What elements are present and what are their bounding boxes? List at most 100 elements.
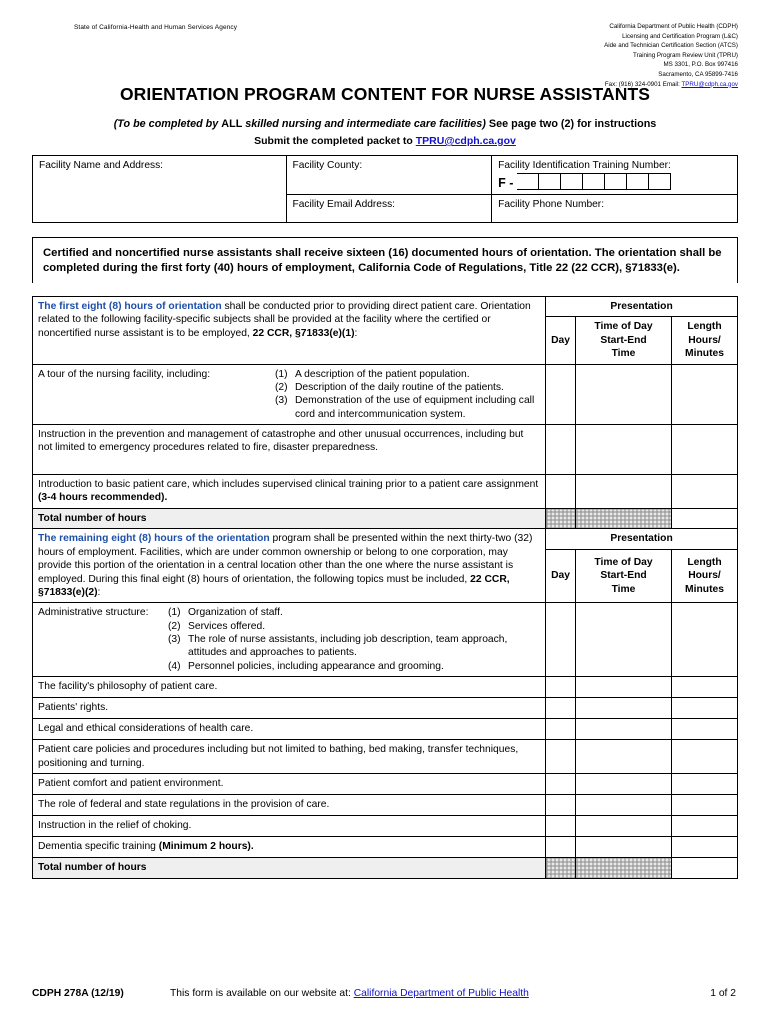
s2-topic-3-time[interactable] bbox=[575, 739, 672, 775]
s2-topic-0-time[interactable] bbox=[575, 676, 672, 699]
s2-topic-3: Patient care policies and procedures inc… bbox=[31, 739, 547, 775]
facility-county-cell[interactable]: Facility County: bbox=[285, 155, 493, 195]
s2-topic-4-time[interactable] bbox=[575, 773, 672, 796]
facility-name-address-label: Facility Name and Address: bbox=[39, 160, 164, 171]
facility-name-address-cell[interactable]: Facility Name and Address: bbox=[32, 155, 287, 223]
submit-text: Submit the completed packet to bbox=[254, 135, 416, 147]
facility-id-box[interactable] bbox=[539, 173, 562, 190]
agency-line: State of California-Health and Human Ser… bbox=[74, 24, 238, 31]
section1-intro-citation: 22 CCR, §71833(e)(1) bbox=[252, 327, 355, 339]
table-row: Patients' rights. bbox=[31, 697, 738, 720]
day-header-1: Day bbox=[545, 316, 576, 365]
facility-id-box[interactable] bbox=[561, 173, 584, 190]
table-row: The role of federal and state regulation… bbox=[31, 794, 738, 817]
time-of-day-line3: Time bbox=[611, 583, 636, 595]
form-page: State of California-Health and Human Ser… bbox=[0, 0, 770, 1024]
s2-dementia: Dementia specific training (Minimum 2 ho… bbox=[31, 836, 547, 859]
s2-topic-2-time[interactable] bbox=[575, 718, 672, 741]
length-line2: Hours/ bbox=[688, 570, 721, 582]
subtitle-post: See page two (2) for instructions bbox=[485, 118, 657, 130]
s2-topic-6-length[interactable] bbox=[671, 815, 738, 838]
section2-total-length-input[interactable] bbox=[671, 857, 738, 879]
s1-row1-items: (1) A description of the patient populati… bbox=[275, 368, 540, 422]
list-item: (1) A description of the patient populati… bbox=[275, 368, 540, 381]
s2-topic-4-length[interactable] bbox=[671, 773, 738, 796]
orientation-content-table: The first eight (8) hours of orientation… bbox=[31, 295, 738, 879]
facility-row-1: Facility Name and Address: Facility Coun… bbox=[32, 155, 738, 223]
facility-id-box[interactable] bbox=[583, 173, 606, 190]
s1-row3-time[interactable] bbox=[575, 474, 672, 509]
table-row: Legal and ethical considerations of heal… bbox=[31, 718, 738, 741]
s2-topic-5-time[interactable] bbox=[575, 794, 672, 817]
dept-line-3: Training Program Review Unit (TPRU) bbox=[633, 51, 738, 59]
s1-row3-content: Introduction to basic patient care, whic… bbox=[31, 474, 547, 509]
item-text: Organization of staff. bbox=[188, 607, 283, 619]
s1-row3-length[interactable] bbox=[671, 474, 738, 509]
section2-intro: The remaining eight (8) hours of the ori… bbox=[31, 528, 547, 604]
facility-id-cell[interactable]: Facility Identification Training Number:… bbox=[491, 155, 738, 195]
facility-phone-cell[interactable]: Facility Phone Number: bbox=[491, 194, 738, 223]
s1-row3-lead: Introduction to basic patient care, whic… bbox=[38, 479, 539, 490]
s2-topic-5: The role of federal and state regulation… bbox=[31, 794, 547, 817]
s2-topic-4-day[interactable] bbox=[545, 773, 576, 796]
s1-row2-day[interactable] bbox=[545, 424, 576, 475]
s1-row1-time[interactable] bbox=[575, 363, 672, 425]
s2-topic-3-day[interactable] bbox=[545, 739, 576, 775]
facility-county-label: Facility County: bbox=[292, 160, 363, 171]
length-line2: Hours/ bbox=[688, 334, 721, 346]
s2-topic-6: Instruction in the relief of choking. bbox=[31, 815, 547, 838]
s2-topic-5-length[interactable] bbox=[671, 794, 738, 817]
facility-email-cell[interactable]: Facility Email Address: bbox=[285, 194, 493, 223]
list-item: (4) Personnel policies, including appeara… bbox=[168, 660, 540, 673]
s1-row2-time[interactable] bbox=[575, 424, 672, 475]
section2-intro-highlight: The remaining eight (8) hours of the ori… bbox=[38, 533, 270, 545]
s2-topic-0-length[interactable] bbox=[671, 676, 738, 699]
facility-id-box[interactable] bbox=[627, 173, 650, 190]
statute-paragraph: Certified and noncertified nurse assista… bbox=[32, 237, 738, 283]
section1-total-time-blocked bbox=[575, 507, 672, 530]
s2-topic-3-length[interactable] bbox=[671, 739, 738, 775]
s2-topic-2-day[interactable] bbox=[545, 718, 576, 741]
s1-row2-length[interactable] bbox=[671, 424, 738, 475]
subtitle-all: ALL bbox=[221, 118, 243, 130]
item-number: (1) bbox=[168, 607, 181, 619]
s2-topic-6-day[interactable] bbox=[545, 815, 576, 838]
s2-topic-2-length[interactable] bbox=[671, 718, 738, 741]
table-row: The facility's philosophy of patient car… bbox=[31, 676, 738, 699]
s2-dementia-lead: Dementia specific training bbox=[38, 841, 159, 853]
cdph-website-link[interactable]: California Department of Public Health bbox=[354, 988, 529, 999]
s2-topic-1-day[interactable] bbox=[545, 697, 576, 720]
item-text: Services offered. bbox=[188, 620, 266, 632]
s2-dementia-length[interactable] bbox=[671, 836, 738, 859]
s2-dementia-day[interactable] bbox=[545, 836, 576, 859]
table-row: Instruction in the prevention and manage… bbox=[31, 424, 738, 475]
s2-topic-6-time[interactable] bbox=[575, 815, 672, 838]
facility-id-box[interactable] bbox=[517, 173, 540, 190]
dept-line-2: Aide and Technician Certification Sectio… bbox=[604, 42, 738, 50]
facility-id-boxes[interactable]: F - bbox=[498, 173, 731, 190]
s2-topic-5-day[interactable] bbox=[545, 794, 576, 817]
s2-admin-items: (1) Organization of staff. (2) Services of… bbox=[168, 606, 540, 673]
facility-id-box[interactable] bbox=[605, 173, 628, 190]
section1-total-label: Total number of hours bbox=[31, 507, 547, 530]
s1-row3-day[interactable] bbox=[545, 474, 576, 509]
s1-row1-length[interactable] bbox=[671, 363, 738, 425]
s2-admin-content: Administrative structure: (1) Organizatio… bbox=[31, 602, 547, 678]
s2-admin-day[interactable] bbox=[545, 602, 576, 678]
facility-id-label: Facility Identification Training Number: bbox=[498, 160, 671, 171]
section1-total-length-input[interactable] bbox=[671, 507, 738, 530]
s1-row1-day[interactable] bbox=[545, 363, 576, 425]
s2-admin-time[interactable] bbox=[575, 602, 672, 678]
tpru-email-link[interactable]: TPRU@cdph.ca.gov bbox=[416, 135, 516, 147]
submit-instruction: Submit the completed packet to TPRU@cdph… bbox=[0, 135, 770, 147]
facility-id-box[interactable] bbox=[649, 173, 672, 190]
s2-dementia-time[interactable] bbox=[575, 836, 672, 859]
s2-topic-0-day[interactable] bbox=[545, 676, 576, 699]
s2-topic-2: Legal and ethical considerations of heal… bbox=[31, 718, 547, 741]
item-text: Demonstration of the use of equipment in… bbox=[295, 395, 535, 420]
dept-line-0: California Department of Public Health (… bbox=[609, 23, 738, 30]
item-number: (4) bbox=[168, 660, 181, 672]
s2-admin-length[interactable] bbox=[671, 602, 738, 678]
s2-topic-1-time[interactable] bbox=[575, 697, 672, 720]
s2-topic-1-length[interactable] bbox=[671, 697, 738, 720]
